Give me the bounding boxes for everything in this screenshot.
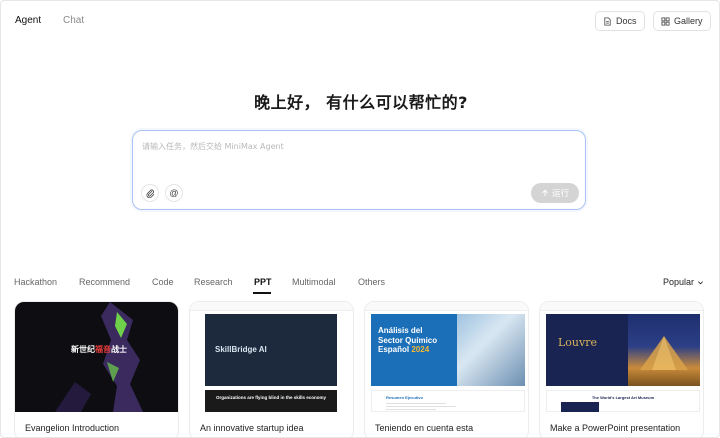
thumb-toolbar (190, 302, 353, 311)
thumb-caption: 新世纪福音战士 (71, 344, 127, 355)
thumb-heading: SkillBridge AI (215, 345, 267, 354)
grid-icon (661, 16, 670, 26)
thumb-heading: Louvre (558, 336, 597, 349)
thumb-toolbar (540, 302, 703, 311)
thumb-banner-text: The World's Largest Art Museum (591, 395, 655, 400)
task-composer: @ 运行 (132, 130, 586, 210)
thumb-heading: Análisis del Sector Químico Español 2024 (378, 326, 437, 355)
category-tab-others[interactable]: Others (358, 277, 385, 288)
docs-button[interactable]: Docs (595, 11, 645, 31)
gallery-label: Gallery (674, 16, 703, 26)
gallery-button[interactable]: Gallery (653, 11, 711, 31)
tab-agent[interactable]: Agent (15, 15, 41, 27)
card-title: Make a PowerPoint presentation (550, 423, 681, 433)
mention-button[interactable]: @ (165, 184, 183, 202)
thumb-banner-text: Organizations are flying blind in the sk… (215, 395, 327, 400)
thumb-toolbar (365, 302, 528, 311)
task-input[interactable] (142, 141, 572, 161)
category-tab-hackathon[interactable]: Hackathon (14, 277, 57, 288)
thumb-slide-banner: Organizations are flying blind in the sk… (205, 390, 337, 412)
gallery-card-quimico[interactable]: Análisis del Sector Químico Español 2024… (364, 301, 529, 437)
robot-illustration (55, 302, 143, 412)
card-thumbnail: Análisis del Sector Químico Español 2024… (365, 302, 528, 412)
card-title: Teniendo en cuenta esta (375, 423, 474, 433)
thumb-slide-title: Análisis del Sector Químico Español 2024 (371, 314, 525, 386)
thumb-slide-banner: The World's Largest Art Museum (546, 390, 700, 412)
text-line (386, 406, 456, 407)
chevron-down-icon (698, 280, 704, 284)
gallery-card-louvre[interactable]: Louvre The World's Largest Art Museum Ma… (539, 301, 704, 437)
category-tab-ppt[interactable]: PPT (254, 277, 272, 288)
category-tab-recommend[interactable]: Recommend (79, 277, 130, 288)
card-title: Evangelion Introduction (25, 423, 120, 433)
thumb-heading-line3: Español (378, 345, 410, 354)
card-thumbnail: 新世纪福音战士 (15, 302, 178, 412)
attach-button[interactable] (141, 184, 159, 202)
gallery-card-startup[interactable]: SkillBridge AI Organizations are flying … (189, 301, 354, 437)
at-icon: @ (169, 188, 179, 198)
app-frame: Agent Chat Docs Gallery 晚上好， 有什么可以帮忙的? 请… (0, 0, 720, 438)
run-label: 运行 (551, 189, 569, 199)
thumb-slide-summary: Resumen Ejecutivo (371, 390, 525, 412)
paperclip-icon (146, 189, 154, 198)
thumb-year: 2024 (411, 345, 430, 354)
thumb-slide-title: Louvre (546, 314, 700, 386)
thumb-heading-line2: Sector Químico (378, 335, 438, 345)
thumb-caption-part3: 战士 (111, 345, 127, 354)
greeting-heading: 晚上好， 有什么可以帮忙的? (254, 93, 468, 112)
gallery-card-evangelion[interactable]: 新世纪福音战士 Evangelion Introduction (14, 301, 179, 437)
docs-label: Docs (616, 16, 637, 26)
document-icon (604, 16, 611, 26)
text-line (386, 409, 436, 410)
card-title: An innovative startup idea (200, 423, 304, 433)
lab-photo (457, 314, 525, 386)
category-tab-multimodal[interactable]: Multimodal (292, 277, 336, 288)
thumb-caption-part2: 福音 (95, 345, 111, 354)
thumb-heading-line1: Análisis del (378, 326, 423, 335)
tab-chat[interactable]: Chat (63, 15, 84, 27)
card-thumbnail: Louvre The World's Largest Art Museum (540, 302, 703, 412)
arrow-up-icon (542, 189, 548, 197)
text-line (386, 403, 446, 404)
card-thumbnail: SkillBridge AI Organizations are flying … (190, 302, 353, 412)
museum-photo (628, 314, 700, 386)
category-tab-research[interactable]: Research (194, 277, 233, 288)
run-button[interactable]: 运行 (531, 183, 579, 203)
category-tab-code[interactable]: Code (152, 277, 174, 288)
pyramid-illustration (640, 336, 688, 370)
thumb-slide-title: SkillBridge AI (205, 314, 337, 386)
thumb-image-block (561, 402, 599, 412)
active-tab-indicator (253, 292, 271, 294)
top-bar: Agent Chat Docs Gallery (1, 1, 719, 43)
thumb-section-title: Resumen Ejecutivo (386, 395, 423, 400)
sort-selected: Popular (663, 277, 695, 287)
sort-dropdown[interactable]: Popular (663, 277, 704, 287)
thumb-caption-part1: 新世纪 (71, 345, 95, 354)
